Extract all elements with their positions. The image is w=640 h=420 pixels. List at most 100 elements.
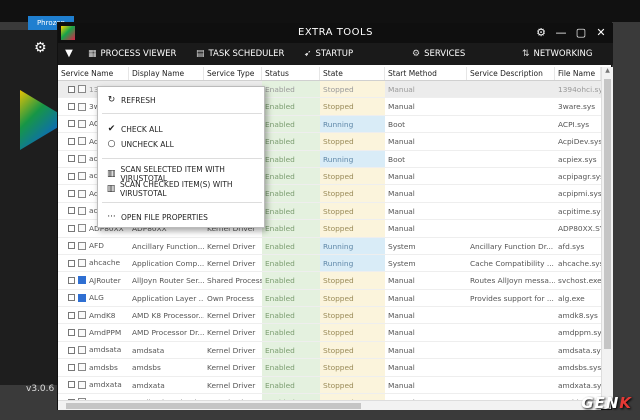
table-row[interactable]: ALG Application Layer ... Own Process Enabl… — [58, 289, 601, 308]
column-header-service-type[interactable]: Service Type — [204, 67, 262, 80]
row-checkbox[interactable] — [68, 276, 75, 284]
vertical-scrollbar[interactable]: ▲ — [601, 67, 613, 400]
table-row[interactable]: AJRouter AllJoyn Router Ser... Shared Proc… — [58, 272, 601, 290]
scroll-up-icon[interactable]: ▲ — [602, 67, 613, 77]
status-cell: Enabled — [262, 133, 320, 150]
status-cell: Enabled — [262, 237, 320, 254]
dropdown-menu-icon[interactable]: ▼ — [58, 43, 80, 65]
tab-networking[interactable]: ⇅ NETWORKING — [514, 43, 612, 65]
file-name-cell: afd.sys — [558, 241, 585, 251]
column-header-status[interactable]: Status — [262, 67, 320, 80]
description-cell: Routes AllJoyn messa... — [470, 276, 555, 286]
minimize-icon[interactable]: — — [553, 25, 569, 41]
row-checkbox[interactable] — [68, 294, 75, 302]
settings-gear-icon[interactable]: ⚙ — [34, 40, 47, 56]
description-cell — [467, 151, 555, 167]
maximize-icon[interactable]: ▢ — [573, 25, 589, 41]
row-checkbox[interactable] — [68, 329, 75, 337]
row-checkbox[interactable] — [68, 311, 75, 319]
menu-item-open-file-properties[interactable]: ··· OPEN FILE PROPERTIES — [98, 210, 266, 224]
service-type-cell: Kernel Driver — [207, 241, 256, 251]
tab-process-viewer[interactable]: ▦ PROCESS VIEWER — [80, 43, 188, 65]
row-checkbox[interactable] — [68, 155, 75, 163]
row-checkbox[interactable] — [68, 207, 75, 215]
state-cell: Stopped — [320, 133, 385, 150]
file-name-cell: amdk8.sys — [558, 311, 598, 321]
menu-item-check-all[interactable]: ✔ CHECK ALL — [98, 122, 266, 136]
gear-icon: ⚙ — [412, 49, 421, 59]
table-row[interactable]: amdsbs amdsbs Kernel Driver Enabled Stopped M… — [58, 359, 601, 377]
table-row[interactable]: AFD Ancillary Function... Kernel Driver Ena… — [58, 237, 601, 255]
column-header-file-name[interactable]: File Name — [555, 67, 601, 80]
service-icon — [78, 224, 86, 233]
table-row[interactable]: amdsata amdsata Kernel Driver Enabled Stoppe… — [58, 341, 601, 360]
virustotal-icon: ▥ — [106, 184, 116, 194]
table-row[interactable]: AmdK8 AMD K8 Processor... Kernel Driver Ena… — [58, 307, 601, 325]
service-type-cell: Kernel Driver — [207, 345, 256, 355]
service-icon — [78, 380, 86, 389]
scroll-thumb[interactable] — [604, 79, 611, 349]
row-checkbox[interactable] — [68, 346, 75, 354]
menu-item-label: CHECK ALL — [121, 124, 163, 134]
column-header-state[interactable]: State — [320, 67, 385, 80]
row-checkbox[interactable] — [68, 224, 75, 232]
tab-task-scheduler[interactable]: ▤ TASK SCHEDULER — [188, 43, 296, 65]
close-icon[interactable]: ✕ — [593, 25, 609, 41]
state-cell: Running — [320, 115, 385, 133]
tab-services[interactable]: ⚙ SERVICES — [404, 43, 514, 65]
tab-label: SERVICES — [424, 49, 466, 59]
table-row[interactable]: ahcache Application Comp... Kernel Driver E… — [58, 254, 601, 273]
start-method-cell: Manual — [388, 85, 415, 94]
service-type-cell: Own Process — [207, 293, 254, 303]
tab-label: PROCESS VIEWER — [100, 49, 177, 59]
row-checkbox[interactable] — [68, 381, 75, 389]
tab-startup[interactable]: ➹ STARTUP — [296, 43, 404, 65]
status-cell: Enabled — [262, 324, 320, 341]
status-cell: Enabled — [262, 272, 320, 289]
row-checkbox[interactable] — [68, 190, 75, 198]
table-row[interactable]: AmdPPM AMD Processor Dr... Kernel Driver En… — [58, 324, 601, 342]
description-cell: Cache Compatibility ... — [470, 258, 554, 268]
window-title: EXTRA TOOLS — [298, 27, 373, 38]
service-icon — [78, 311, 86, 320]
service-name-cell: amdsbs — [58, 359, 129, 375]
menu-item-refresh[interactable]: ↻ REFRESH — [98, 93, 266, 107]
service-name: ahcache — [89, 258, 121, 268]
service-name: AJRouter — [89, 275, 121, 285]
row-checkbox[interactable] — [68, 363, 75, 371]
service-icon — [78, 137, 86, 146]
start-method-cell: System — [388, 258, 416, 268]
service-name-cell: amdxata — [58, 377, 129, 393]
column-header-start-method[interactable]: Start Method — [385, 67, 467, 80]
column-header-service-description[interactable]: Service Description — [467, 67, 555, 80]
virustotal-icon: ▥ — [106, 169, 116, 179]
row-checkbox[interactable] — [68, 259, 75, 267]
hscroll-thumb[interactable] — [66, 403, 361, 409]
menu-item-scan-selected-item-with-virustotal[interactable]: ▥ SCAN SELECTED ITEM WITH VIRUSTOTAL — [98, 165, 266, 183]
menu-separator — [102, 158, 262, 159]
tab-label: STARTUP — [315, 49, 354, 59]
menu-item-scan-checked-item-s-with-virustotal[interactable]: ▥ SCAN CHECKED ITEM(S) WITH VIRUSTOTAL — [98, 180, 266, 198]
column-header-service-name[interactable]: Service Name — [58, 67, 129, 80]
state-cell: Stopped — [320, 185, 385, 202]
row-checkbox[interactable] — [68, 137, 75, 145]
service-name-cell: AJRouter — [58, 272, 129, 288]
column-header-display-name[interactable]: Display Name — [129, 67, 204, 80]
service-name: amdsata — [89, 345, 122, 355]
state-cell: Stopped — [320, 341, 385, 359]
row-checkbox[interactable] — [68, 120, 75, 128]
start-method-cell: Manual — [388, 293, 415, 303]
table-row[interactable]: amdxata amdxata Kernel Driver Enabled Stoppe… — [58, 376, 601, 395]
horizontal-scrollbar[interactable] — [58, 400, 601, 410]
row-checkbox[interactable] — [68, 103, 75, 111]
menu-item-uncheck-all[interactable]: ○ UNCHECK ALL — [98, 137, 266, 151]
toolbar: ▼ ▦ PROCESS VIEWER ▤ TASK SCHEDULER ➹ STARTUP… — [58, 43, 613, 65]
file-name-cell: alg.exe — [558, 293, 585, 303]
row-checkbox[interactable] — [68, 242, 75, 250]
file-name-cell: 1394ohci.sys — [558, 85, 601, 94]
description-cell — [467, 377, 555, 393]
settings-icon[interactable]: ⚙ — [533, 25, 549, 41]
row-checkbox[interactable] — [68, 172, 75, 180]
menu-separator — [102, 113, 262, 114]
row-checkbox[interactable] — [68, 85, 75, 93]
